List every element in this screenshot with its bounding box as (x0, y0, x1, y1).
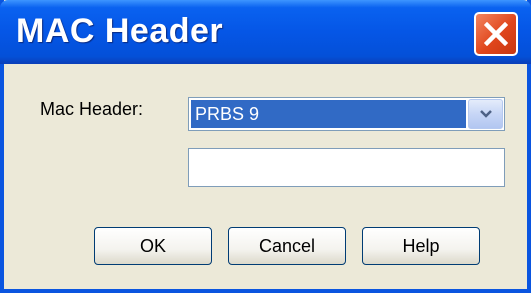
mac-header-text-field[interactable] (188, 148, 505, 187)
mac-header-selected-value: PRBS 9 (191, 100, 466, 128)
dialog-window: MAC Header Mac Header: PRBS 9 OK Cancel … (0, 0, 531, 293)
cancel-button[interactable]: Cancel (228, 227, 346, 265)
close-icon (484, 22, 508, 46)
ok-button[interactable]: OK (94, 227, 212, 265)
chevron-down-icon (480, 110, 492, 118)
help-button[interactable]: Help (362, 227, 480, 265)
title-bar[interactable]: MAC Header (0, 0, 531, 64)
window-title: MAC Header (16, 12, 224, 50)
dropdown-button[interactable] (468, 99, 503, 129)
close-button[interactable] (474, 12, 518, 56)
mac-header-label: Mac Header: (40, 99, 144, 119)
mac-header-select[interactable]: PRBS 9 (188, 97, 505, 131)
